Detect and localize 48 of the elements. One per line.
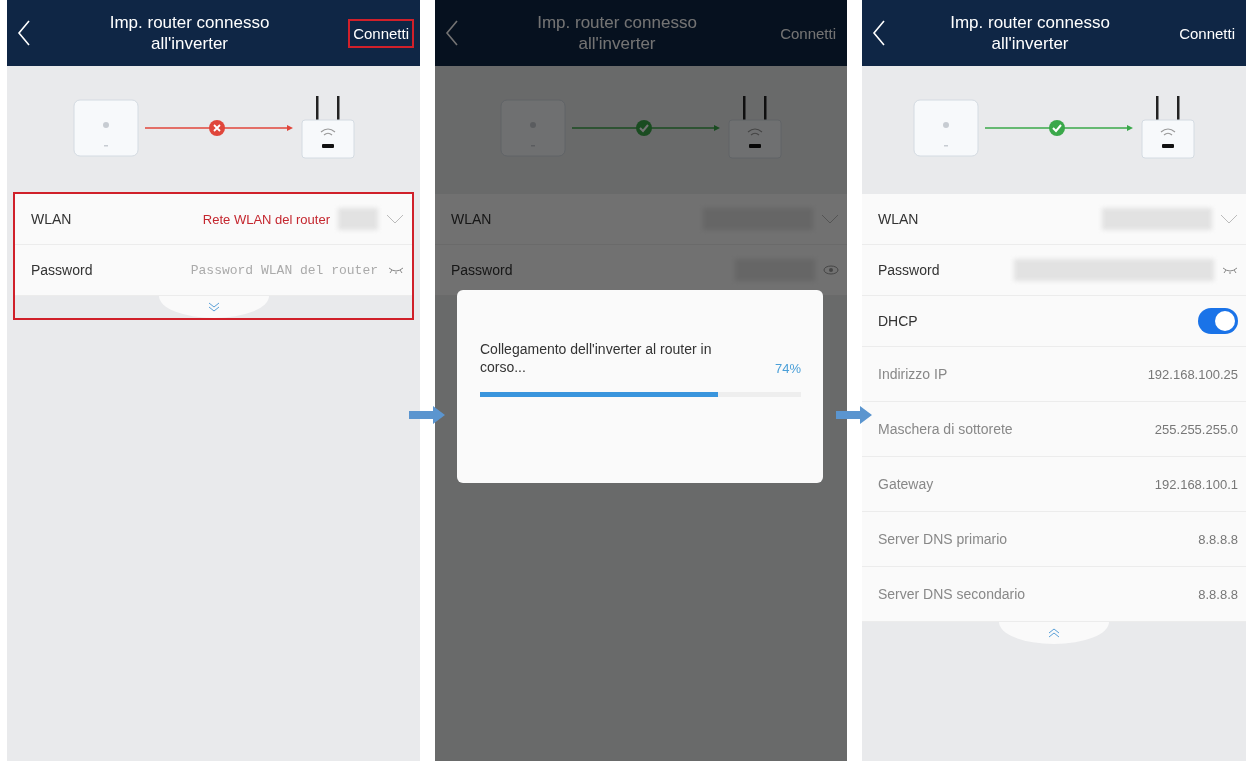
field-label: Server DNS primario bbox=[878, 531, 1009, 547]
field-value: 255.255.255.0 bbox=[1154, 421, 1238, 437]
back-icon[interactable] bbox=[872, 20, 886, 46]
screen-title: Imp. router connesso all'inverter bbox=[536, 12, 698, 54]
field-label: Gateway bbox=[878, 476, 935, 492]
chevron-down-icon[interactable] bbox=[821, 214, 839, 224]
connect-button[interactable]: Connetti bbox=[348, 18, 414, 48]
field-label: Maschera di sottorete bbox=[878, 421, 1014, 437]
chevron-down-icon[interactable] bbox=[386, 214, 404, 224]
wlan-row[interactable]: WLAN bbox=[862, 194, 1246, 245]
progress-percent: 74% bbox=[774, 361, 801, 376]
field-label: Password bbox=[31, 262, 94, 278]
field-label: WLAN bbox=[451, 211, 493, 227]
right-arrow-icon bbox=[836, 406, 872, 424]
field-value: 192.168.100.1 bbox=[1154, 476, 1238, 492]
router-drawing bbox=[1141, 96, 1195, 160]
closed-eye-icon[interactable] bbox=[388, 266, 404, 274]
double-chevron-up-icon bbox=[1048, 628, 1060, 638]
wlan-row[interactable]: WLAN Rete WLAN del router bbox=[15, 194, 412, 245]
chevron-down-icon[interactable] bbox=[1220, 214, 1238, 224]
connect-button[interactable]: Connetti bbox=[775, 18, 841, 48]
wlan-row[interactable]: WLAN bbox=[435, 194, 847, 245]
password-field[interactable]: Password WLAN del router bbox=[176, 261, 380, 279]
eye-icon[interactable] bbox=[823, 265, 839, 275]
closed-eye-icon[interactable] bbox=[1222, 266, 1238, 274]
inverter-drawing bbox=[72, 99, 139, 157]
router-drawing bbox=[300, 96, 355, 160]
field-label: Indirizzo IP bbox=[878, 366, 949, 382]
screen-title: Imp. router connesso all'inverter bbox=[108, 12, 271, 54]
router-drawing bbox=[728, 96, 782, 160]
field-label: DHCP bbox=[878, 313, 919, 329]
right-arrow-icon bbox=[409, 406, 445, 424]
connect-button[interactable]: Connetti bbox=[1174, 18, 1240, 48]
inverter-drawing bbox=[913, 99, 979, 157]
field-label: WLAN bbox=[878, 211, 920, 227]
toggle-switch[interactable] bbox=[1198, 308, 1238, 334]
double-chevron-down-icon bbox=[207, 302, 220, 312]
field-value: 192.168.100.25 bbox=[1147, 366, 1238, 382]
field-label: Server DNS secondario bbox=[878, 586, 1027, 602]
progress-message: Collegamento dell'inverter al router in corso... bbox=[480, 340, 713, 376]
screen-title: Imp. router connesso all'inverter bbox=[949, 12, 1111, 54]
field-value: 8.8.8.8 bbox=[1198, 586, 1238, 602]
field-value: 8.8.8.8 bbox=[1198, 531, 1238, 547]
field-value: Rete WLAN del router bbox=[202, 211, 330, 227]
field-label: Password bbox=[878, 262, 941, 278]
field-label: Password bbox=[451, 262, 514, 278]
back-icon[interactable] bbox=[17, 20, 31, 46]
field-label: WLAN bbox=[31, 211, 73, 227]
